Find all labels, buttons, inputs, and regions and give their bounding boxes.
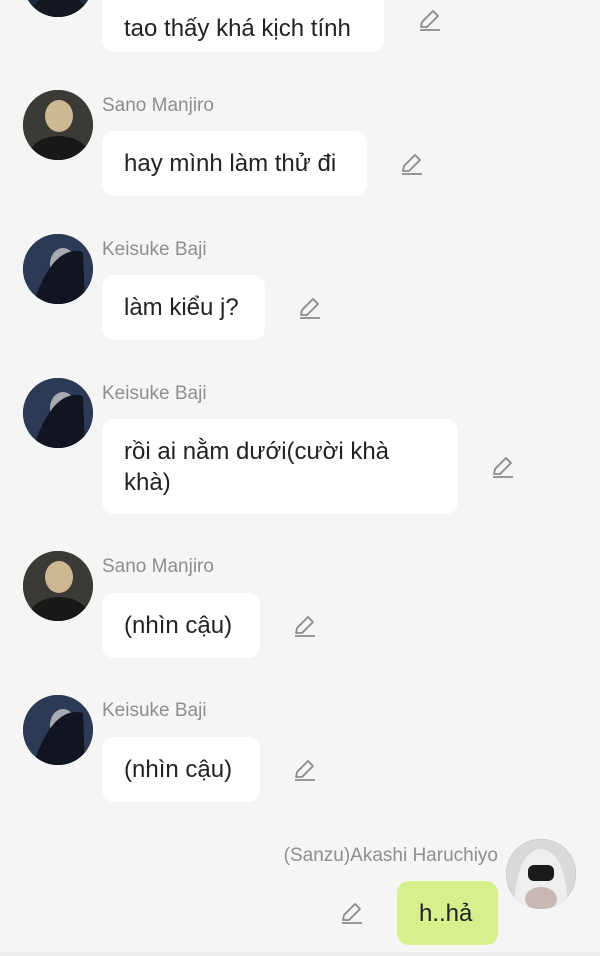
pencil-edit-icon[interactable]	[292, 757, 318, 783]
message-text: hay mình làm thử đi	[124, 150, 337, 177]
pencil-edit-icon[interactable]	[339, 900, 365, 926]
avatar-image	[23, 90, 93, 160]
divider	[0, 952, 600, 956]
message-text: làm kiểu j?	[124, 294, 239, 321]
sender-name: Keisuke Baji	[102, 239, 207, 260]
message-text: tao thấy khá kịch tính	[124, 15, 351, 42]
avatar-image	[23, 234, 93, 304]
avatar-image	[23, 0, 93, 17]
avatar[interactable]	[23, 234, 93, 304]
avatar[interactable]	[23, 378, 93, 448]
sender-name: (Sanzu)Akashi Haruchiyo	[283, 845, 498, 866]
message-bubble[interactable]: hay mình làm thử đi	[102, 131, 367, 196]
sender-name: Sano Manjiro	[102, 556, 214, 577]
message-bubble[interactable]: rồi ai nằm dưới(cười khà khà)	[102, 419, 458, 514]
pencil-edit-icon[interactable]	[297, 295, 323, 321]
avatar[interactable]	[506, 839, 576, 909]
avatar-image	[506, 839, 576, 909]
message-text: (nhìn cậu)	[124, 756, 233, 783]
message-bubble[interactable]: tao thấy khá kịch tính	[102, 0, 384, 52]
avatar-image	[23, 378, 93, 448]
avatar[interactable]	[23, 0, 93, 17]
message-bubble[interactable]: làm kiểu j?	[102, 275, 265, 340]
message-bubble[interactable]: h..hả	[397, 881, 498, 945]
sender-name: Keisuke Baji	[102, 383, 207, 404]
avatar-image	[23, 551, 93, 621]
pencil-edit-icon[interactable]	[399, 151, 425, 177]
message-text: rồi ai nằm dưới(cười khà khà)	[124, 438, 390, 496]
sender-name: Sano Manjiro	[102, 95, 214, 116]
avatar[interactable]	[23, 90, 93, 160]
avatar[interactable]	[23, 695, 93, 765]
message-text: (nhìn cậu)	[124, 612, 233, 639]
message-text: h..hả	[419, 900, 473, 927]
avatar-image	[23, 695, 93, 765]
pencil-edit-icon[interactable]	[292, 613, 318, 639]
message-bubble[interactable]: (nhìn cậu)	[102, 737, 260, 802]
pencil-edit-icon[interactable]	[490, 454, 516, 480]
sender-name: Keisuke Baji	[102, 700, 207, 721]
avatar[interactable]	[23, 551, 93, 621]
message-bubble[interactable]: (nhìn cậu)	[102, 593, 260, 658]
pencil-edit-icon[interactable]	[417, 7, 443, 33]
